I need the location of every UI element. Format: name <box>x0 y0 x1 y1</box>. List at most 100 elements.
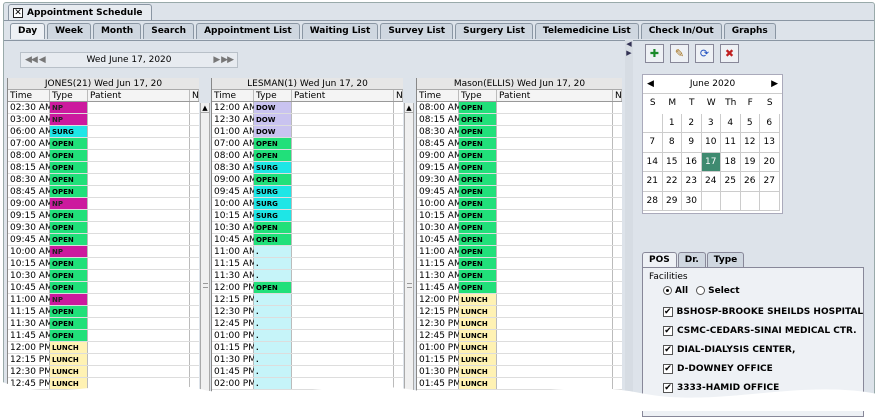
slot-patient[interactable] <box>292 174 394 185</box>
table-row[interactable]: 07:00 AM OPEN <box>212 138 403 150</box>
slot-patient[interactable] <box>292 210 394 221</box>
radio-select[interactable]: Select <box>696 286 740 296</box>
slot-patient[interactable] <box>292 270 394 281</box>
slot-patient[interactable] <box>292 318 394 329</box>
calendar-day[interactable]: 4 <box>721 113 741 133</box>
table-row[interactable]: 10:30 AM OPEN <box>8 270 199 282</box>
slot-patient[interactable] <box>292 342 394 353</box>
table-row[interactable]: 10:30 AM OPEN <box>212 222 403 234</box>
calendar-day[interactable]: 9 <box>682 133 702 153</box>
table-row[interactable]: 02:30 AM NP <box>8 102 199 114</box>
column-header-type[interactable]: Type <box>50 90 88 101</box>
slot-patient[interactable] <box>88 114 190 125</box>
slot-patient[interactable] <box>497 222 613 233</box>
facility-item[interactable]: ✔ DIAL-DIALYSIS CENTER, <box>663 340 857 359</box>
slot-patient[interactable] <box>292 330 394 341</box>
slot-patient[interactable] <box>292 162 394 173</box>
table-row[interactable]: 11:00 AM OPEN <box>417 246 622 258</box>
table-row[interactable]: 10:15 AM OPEN <box>8 258 199 270</box>
scroll-up-icon[interactable]: ▲ <box>201 103 209 113</box>
table-row[interactable]: 09:00 AM OPEN <box>417 150 622 162</box>
close-icon[interactable]: ✕ <box>13 7 23 18</box>
calendar-day[interactable]: 17 <box>701 152 721 172</box>
column-header-patient[interactable]: Patient <box>497 90 613 101</box>
column-header-time[interactable]: Time <box>417 90 459 101</box>
facility-item[interactable]: ✔ CSMC-CEDARS-SINAI MEDICAL CTR. <box>663 321 857 340</box>
slot-patient[interactable] <box>497 294 613 305</box>
slot-patient[interactable] <box>292 198 394 209</box>
column-header-time[interactable]: Time <box>212 90 254 101</box>
slot-patient[interactable] <box>292 294 394 305</box>
slot-patient[interactable] <box>88 354 190 365</box>
slot-patient[interactable] <box>497 258 613 269</box>
add-appointment-icon[interactable]: ✚ <box>645 44 664 63</box>
tab-appointment-list[interactable]: Appointment List <box>196 23 300 39</box>
slot-patient[interactable] <box>88 330 190 341</box>
slot-patient[interactable] <box>497 150 613 161</box>
calendar-day[interactable]: 26 <box>740 172 760 192</box>
table-row[interactable]: 08:30 AM OPEN <box>8 174 199 186</box>
scroll-up-icon[interactable]: ▲ <box>405 103 413 113</box>
slot-patient[interactable] <box>497 282 613 293</box>
slot-patient[interactable] <box>88 162 190 173</box>
tab-week[interactable]: Week <box>47 23 91 39</box>
slot-patient[interactable] <box>497 270 613 281</box>
slot-patient[interactable] <box>497 342 613 353</box>
filter-tab-dr[interactable]: Dr. <box>677 252 706 267</box>
table-row[interactable]: 12:15 PM LUNCH <box>8 354 199 366</box>
calendar-day[interactable]: 2 <box>682 113 702 133</box>
table-row[interactable]: 09:15 AM OPEN <box>417 162 622 174</box>
slot-patient[interactable] <box>497 330 613 341</box>
table-row[interactable]: 01:30 PM. <box>212 354 403 366</box>
slot-patient[interactable] <box>292 126 394 137</box>
column-header-patient[interactable]: Patient <box>292 90 394 101</box>
calendar-day[interactable]: 22 <box>662 172 682 192</box>
calendar-day[interactable]: 7 <box>643 133 663 153</box>
filter-tab-pos[interactable]: POS <box>642 252 677 267</box>
table-row[interactable]: 01:15 PM LUNCH <box>417 354 622 366</box>
tab-graphs[interactable]: Graphs <box>723 23 776 39</box>
table-row[interactable]: 11:00 AM NP <box>8 294 199 306</box>
table-row[interactable]: 11:45 AM OPEN <box>8 330 199 342</box>
calendar-day[interactable]: 14 <box>643 152 663 172</box>
vertical-scrollbar[interactable]: ▲ <box>200 103 210 408</box>
slot-patient[interactable] <box>497 318 613 329</box>
slot-patient[interactable] <box>88 294 190 305</box>
slot-patient[interactable] <box>497 354 613 365</box>
table-row[interactable]: 10:15 AM OPEN <box>417 210 622 222</box>
slot-patient[interactable] <box>88 282 190 293</box>
calendar-day[interactable]: 5 <box>740 113 760 133</box>
slot-patient[interactable] <box>88 126 190 137</box>
calendar-day[interactable]: 28 <box>643 191 663 211</box>
collapse-right-icon[interactable]: ▶ <box>625 49 633 58</box>
table-row[interactable]: 09:15 AM OPEN <box>8 210 199 222</box>
filter-tab-type[interactable]: Type <box>706 252 745 267</box>
table-row[interactable]: 08:00 AM OPEN <box>417 102 622 114</box>
tab-day[interactable]: Day <box>10 23 46 39</box>
table-row[interactable]: 12:15 PM. <box>212 294 403 306</box>
facility-checkbox[interactable]: ✔ <box>663 344 673 355</box>
table-row[interactable]: 09:45 AM OPEN <box>417 186 622 198</box>
slot-patient[interactable] <box>497 102 613 113</box>
table-row[interactable]: 08:45 AM OPEN <box>8 186 199 198</box>
table-row[interactable]: 12:00 PM OPEN <box>212 282 403 294</box>
slot-patient[interactable] <box>88 246 190 257</box>
table-row[interactable]: 03:00 AM NP <box>8 114 199 126</box>
slot-patient[interactable] <box>497 198 613 209</box>
slot-patient[interactable] <box>88 222 190 233</box>
calendar-day[interactable]: 24 <box>701 172 721 192</box>
slot-patient[interactable] <box>88 102 190 113</box>
edit-appointment-icon[interactable]: ✎ <box>670 44 689 63</box>
radio-select-indicator[interactable] <box>696 286 706 295</box>
table-row[interactable]: 01:00 PM. <box>212 330 403 342</box>
vertical-scrollbar[interactable]: ▲ <box>404 103 414 408</box>
calendar-day[interactable]: 20 <box>760 152 780 172</box>
table-row[interactable]: 10:00 AM NP <box>8 246 199 258</box>
slot-patient[interactable] <box>292 102 394 113</box>
prev-nav-icon[interactable]: ◀◀ ◀ <box>25 55 46 65</box>
slot-patient[interactable] <box>292 306 394 317</box>
slot-patient[interactable] <box>88 186 190 197</box>
table-row[interactable]: 06:00 AM SURG <box>8 126 199 138</box>
table-row[interactable]: 08:30 AM OPEN <box>417 126 622 138</box>
slot-patient[interactable] <box>292 222 394 233</box>
